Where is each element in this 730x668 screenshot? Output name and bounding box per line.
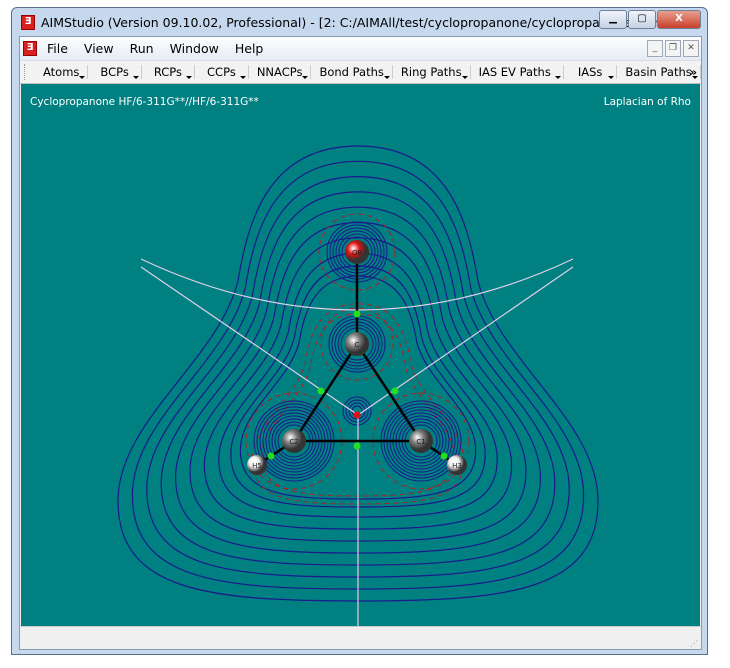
bond-path: [355, 343, 423, 442]
child-minimize-button[interactable]: _: [647, 40, 663, 57]
3d-viewer[interactable]: O8 C C2 C1 H5 H3 Cyclopropanone HF/6-311G**//…: [21, 84, 700, 626]
aimstudio-logo-icon: Ǝ: [21, 14, 35, 30]
minimize-button[interactable]: ▁: [599, 10, 627, 29]
menu-help[interactable]: Help: [235, 41, 264, 56]
molecule-label: Cyclopropanone HF/6-311G**//HF/6-311G**: [30, 96, 259, 108]
resize-grip-icon[interactable]: ⋰: [690, 639, 698, 648]
atom-label: H5: [252, 462, 262, 470]
mdi-child: Ǝ File View Run Window Help _ ❐ ✕ Atoms …: [19, 36, 702, 650]
bond-critical-point: [440, 452, 448, 460]
bond-critical-point: [317, 387, 325, 395]
menu-bar: Ǝ File View Run Window Help _ ❐ ✕: [20, 37, 701, 60]
bond-critical-point: [353, 442, 361, 450]
ring-paths-dropdown[interactable]: Ring Paths: [393, 65, 471, 79]
child-close-button[interactable]: ✕: [683, 40, 699, 57]
rcps-dropdown[interactable]: RCPs: [142, 65, 196, 79]
laplacian-contour-plot: O8 C C2 C1 H5 H3: [117, 145, 599, 626]
child-restore-button[interactable]: ❐: [665, 40, 681, 57]
menu-view[interactable]: View: [84, 41, 114, 56]
title-bar: Ǝ AIMStudio (Version 09.10.02, Professio…: [12, 8, 707, 36]
basin-paths-dropdown[interactable]: Basin Paths: [617, 65, 701, 79]
ccps-dropdown[interactable]: CCPs: [195, 65, 249, 79]
toolbar-overflow-button[interactable]: »: [690, 65, 697, 79]
bond-critical-point: [391, 387, 399, 395]
maximize-button[interactable]: ▢: [628, 10, 656, 29]
ring-critical-point: [353, 411, 361, 419]
iass-dropdown[interactable]: IASs: [564, 65, 618, 79]
window-title: AIMStudio (Version 09.10.02, Professiona…: [41, 14, 684, 30]
menu-file[interactable]: File: [47, 41, 68, 56]
atom-label: O8: [352, 249, 362, 257]
ias-ev-paths-dropdown[interactable]: IAS EV Paths: [471, 65, 564, 79]
atom-label: C: [355, 341, 360, 349]
atoms-dropdown[interactable]: Atoms: [35, 65, 89, 79]
bond-paths-dropdown[interactable]: Bond Paths: [311, 65, 393, 79]
menu-run[interactable]: Run: [130, 41, 154, 56]
status-bar: ⋰: [20, 626, 701, 649]
app-window: Ǝ AIMStudio (Version 09.10.02, Professio…: [11, 7, 708, 655]
atom-label: C2: [289, 438, 298, 446]
bcps-dropdown[interactable]: BCPs: [88, 65, 142, 79]
bond-critical-point: [353, 310, 361, 318]
bond-critical-point: [267, 452, 275, 460]
toolbar-grip[interactable]: [24, 64, 35, 80]
bond-path: [292, 343, 359, 442]
ring-contour: [342, 396, 372, 426]
document-icon: Ǝ: [23, 41, 37, 56]
atom-label: H3: [452, 462, 462, 470]
close-button[interactable]: X: [657, 10, 701, 29]
toolbar: Atoms BCPs RCPs CCPs NNACPs Bond Paths R…: [20, 60, 701, 84]
menu-window[interactable]: Window: [170, 41, 219, 56]
atom-label: C1: [416, 438, 425, 446]
nnacps-dropdown[interactable]: NNACPs: [249, 65, 312, 79]
property-label: Laplacian of Rho: [603, 96, 691, 108]
